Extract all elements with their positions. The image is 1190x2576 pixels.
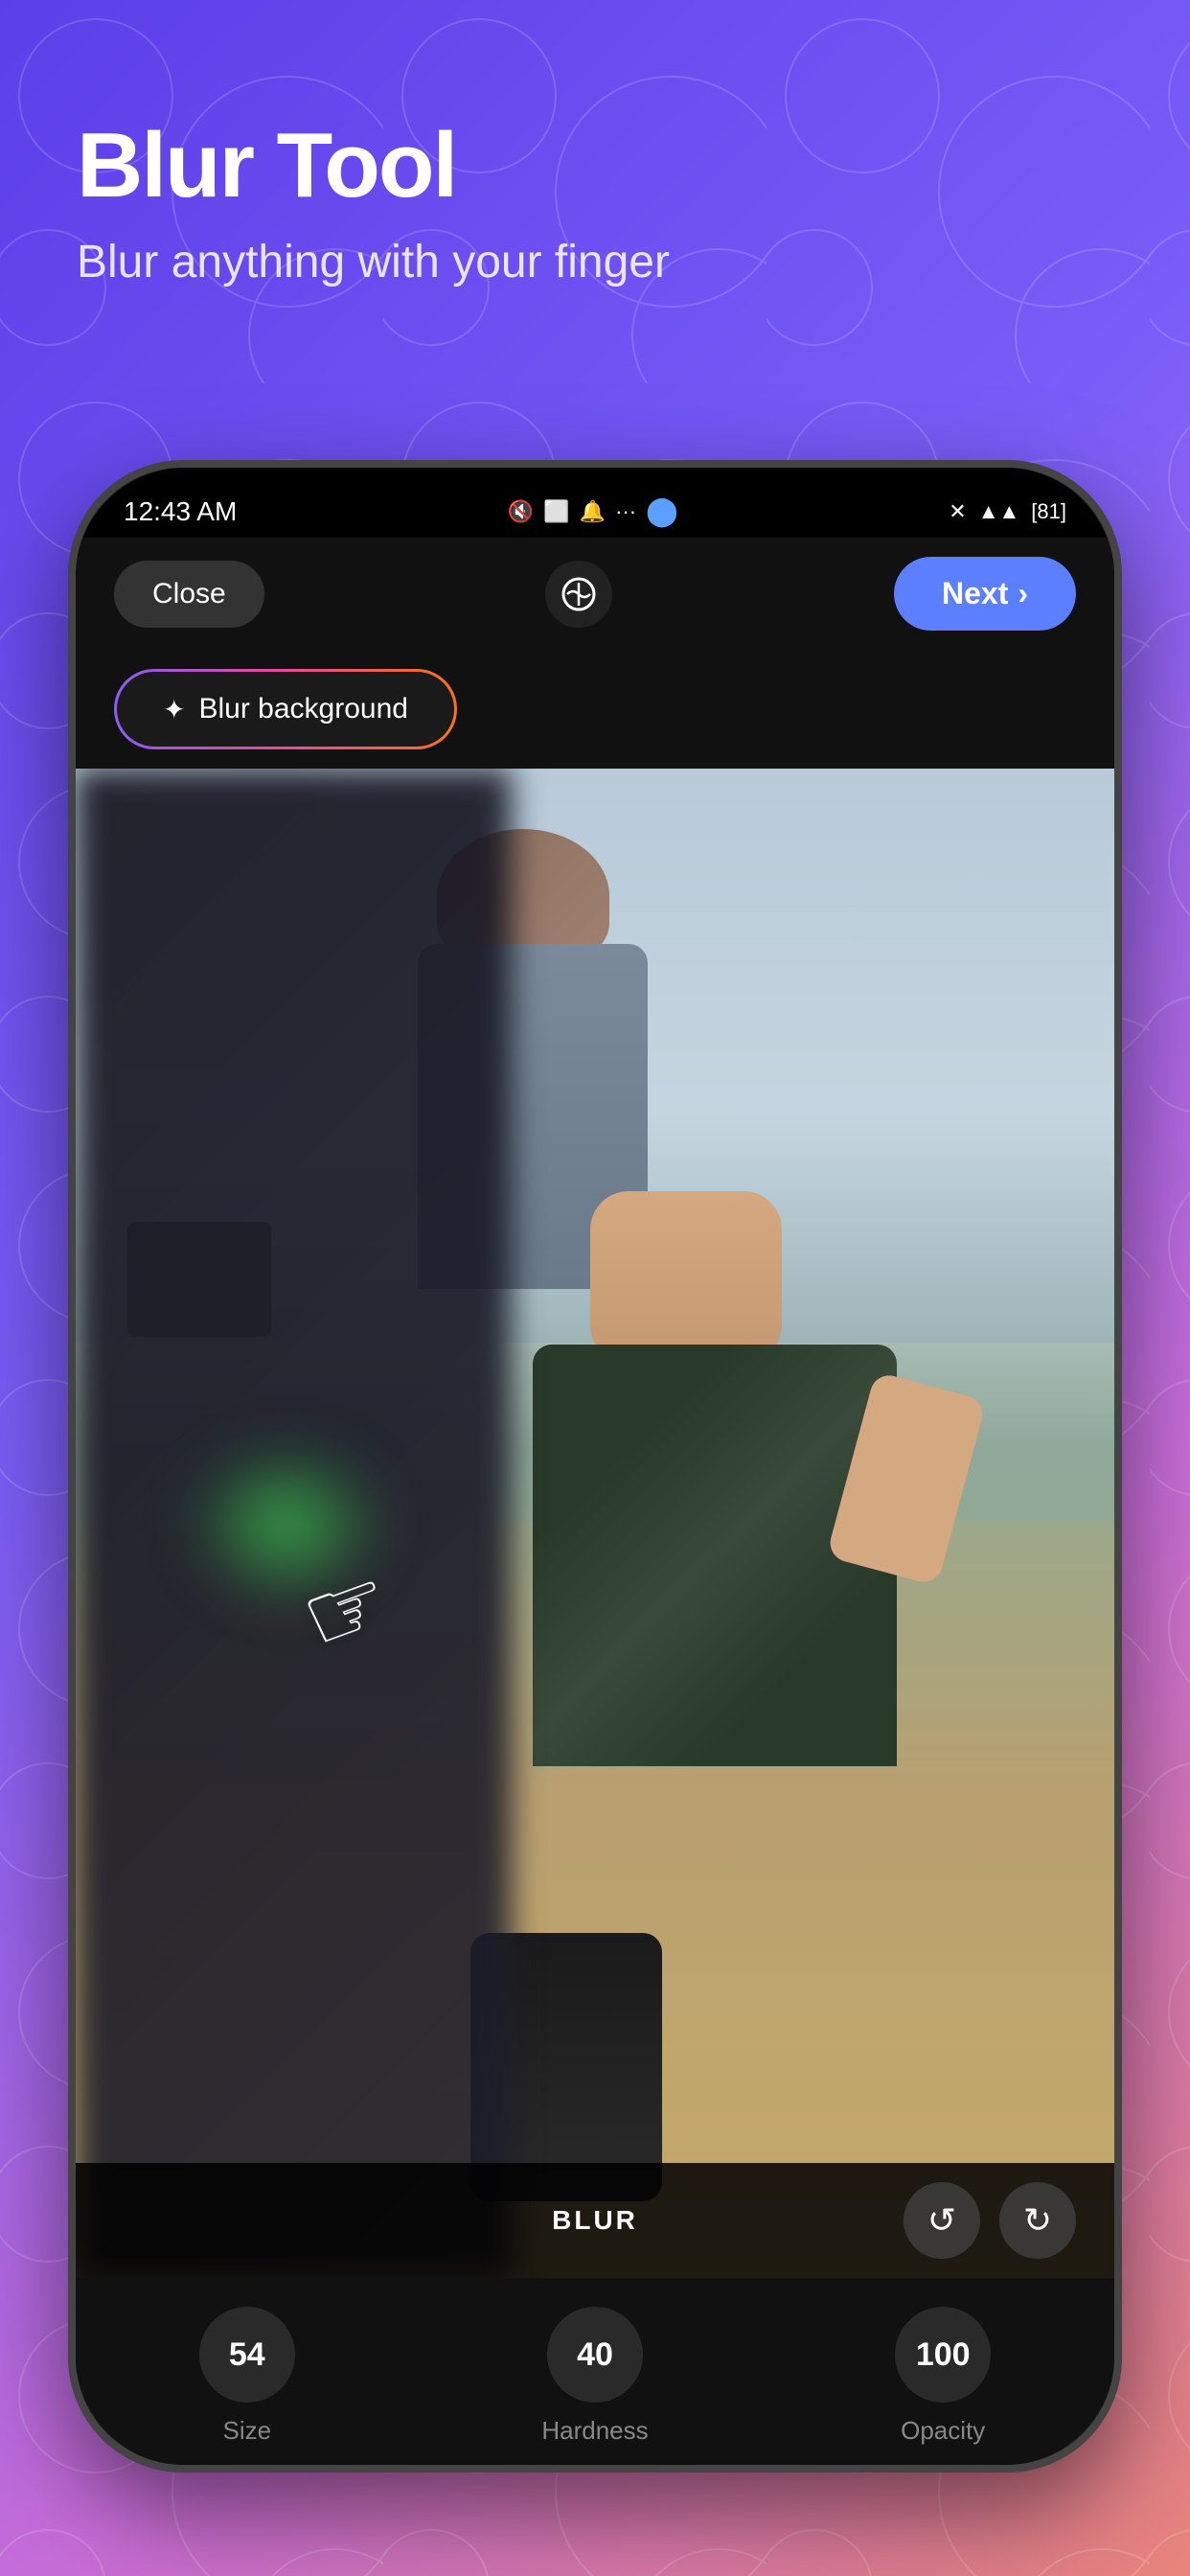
app-logo xyxy=(545,561,612,628)
bottom-controls: 54 Size 40 Hardness 100 Opacity xyxy=(76,2278,1114,2465)
sparkle-icon: ✦ xyxy=(163,694,185,725)
opacity-value: 100 xyxy=(895,2307,991,2403)
battery-indicator: [81] xyxy=(1031,499,1066,524)
page-subtitle: Blur anything with your finger xyxy=(77,236,1113,288)
next-arrow-icon: › xyxy=(1018,576,1028,611)
size-label: Size xyxy=(222,2416,271,2446)
blur-background-button[interactable]: ✦ Blur background xyxy=(114,669,457,749)
status-right: ✕ ▲▲ [81] xyxy=(949,499,1066,524)
redo-button[interactable]: ↻ xyxy=(999,2182,1076,2259)
status-icons: 🔇 ⬜ 🔔 ··· ⬤ xyxy=(508,494,678,528)
screenshot-icon: ⬜ xyxy=(543,499,569,524)
page-title: Blur Tool xyxy=(77,115,1113,217)
next-button[interactable]: Next › xyxy=(894,557,1076,631)
opacity-label: Opacity xyxy=(901,2416,985,2446)
x-icon: ✕ xyxy=(949,499,966,524)
image-bottom-bar: BLUR ↺ ↻ xyxy=(76,2163,1114,2278)
phone-mockup: 12:43 AM 🔇 ⬜ 🔔 ··· ⬤ ✕ ▲▲ [81] Close xyxy=(68,460,1122,2472)
wifi-icon: ▲▲ xyxy=(978,499,1020,524)
opacity-control[interactable]: 100 Opacity xyxy=(895,2307,991,2446)
hardness-label: Hardness xyxy=(541,2416,648,2446)
undo-icon: ↺ xyxy=(927,2200,956,2241)
image-canvas[interactable]: ☞ BLUR ↺ ↻ xyxy=(76,769,1114,2278)
notification-icon: 🔔 xyxy=(580,499,606,524)
size-control[interactable]: 54 Size xyxy=(199,2307,295,2446)
status-time: 12:43 AM xyxy=(124,496,237,527)
blur-background-label: Blur background xyxy=(198,693,407,725)
tool-label: BLUR xyxy=(552,2205,638,2236)
mute-icon: 🔇 xyxy=(508,499,534,524)
next-label: Next xyxy=(942,576,1008,611)
undo-button[interactable]: ↺ xyxy=(904,2182,980,2259)
size-value: 54 xyxy=(199,2307,295,2403)
hardness-value: 40 xyxy=(547,2307,643,2403)
top-action-bar: Close Next › xyxy=(76,538,1114,650)
camera-icon: ⬤ xyxy=(646,494,678,528)
blur-bg-bar: ✦ Blur background xyxy=(76,650,1114,769)
status-bar: 12:43 AM 🔇 ⬜ 🔔 ··· ⬤ ✕ ▲▲ [81] xyxy=(76,468,1114,538)
hardness-control[interactable]: 40 Hardness xyxy=(541,2307,648,2446)
redo-icon: ↻ xyxy=(1023,2200,1052,2241)
menu-dots: ··· xyxy=(615,499,636,524)
close-button[interactable]: Close xyxy=(114,561,264,628)
